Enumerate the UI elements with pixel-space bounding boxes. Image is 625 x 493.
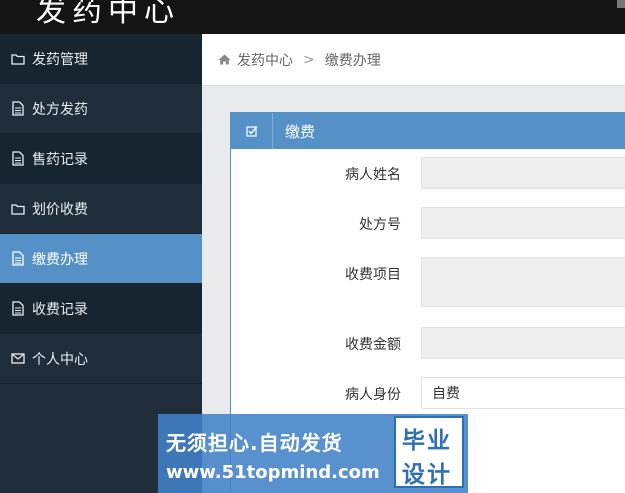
edit-check-icon (231, 113, 273, 149)
charge-items-textarea[interactable] (421, 257, 625, 307)
envelope-icon (10, 351, 26, 367)
sidebar-item-prescription-dispense[interactable]: 处方发药 (0, 84, 202, 134)
amount-label: 收费金额 (345, 337, 401, 353)
form-row-patient-name: 病人姓名 (231, 157, 625, 189)
folder-icon (10, 201, 26, 217)
sidebar-item-sales-records[interactable]: 售药记录 (0, 134, 202, 184)
sidebar-item-pricing-charging[interactable]: 划价收费 (0, 184, 202, 234)
watermark-overlay: 无须担心.自动发货 www.51topmind.com 毕业 设计 (158, 414, 468, 493)
watermark-badge-line-2: 设计 (402, 462, 452, 488)
app-brand: 发药中心 (36, 0, 180, 29)
top-bar: 发药中心 (0, 0, 625, 34)
amount-input[interactable] (421, 327, 625, 359)
identity-value: 自费 (432, 386, 460, 402)
breadcrumb-home-link[interactable]: 发药中心 (237, 50, 293, 70)
patient-name-label: 病人姓名 (345, 167, 401, 183)
sidebar-item-label: 个人中心 (32, 351, 88, 368)
prescription-no-label: 处方号 (359, 217, 401, 233)
form-row-prescription-no: 处方号 (231, 207, 625, 239)
identity-label: 病人身份 (345, 387, 401, 403)
file-icon (10, 151, 26, 167)
sidebar-item-label: 收费记录 (32, 301, 88, 318)
prescription-no-input[interactable] (421, 207, 625, 239)
watermark-line-1: 无须担心.自动发货 (166, 431, 343, 455)
patient-name-input[interactable] (421, 157, 625, 189)
breadcrumb-separator: > (303, 51, 315, 68)
sidebar-item-label: 缴费办理 (32, 251, 88, 268)
file-icon (10, 301, 26, 317)
watermark-badge-line-1: 毕业 (402, 428, 452, 454)
folder-icon (10, 51, 26, 67)
sidebar-item-personal-center[interactable]: 个人中心 (0, 334, 202, 384)
sidebar-item-label: 发药管理 (32, 51, 88, 68)
watermark-line-2: www.51topmind.com (166, 462, 380, 483)
sidebar-item-charge-records[interactable]: 收费记录 (0, 284, 202, 334)
panel-header: 缴费 (231, 113, 625, 149)
form-row-amount: 收费金额 (231, 327, 625, 359)
form-row-charge-items: 收费项目 (231, 257, 625, 307)
sidebar-item-dispense-management[interactable]: 发药管理 (0, 34, 202, 84)
sidebar-item-label: 划价收费 (32, 201, 88, 218)
form-row-identity: 病人身份 自费 (231, 377, 625, 409)
breadcrumb: 发药中心 > 缴费办理 (202, 34, 625, 86)
sidebar-item-label: 售药记录 (32, 151, 88, 168)
identity-select[interactable]: 自费 (421, 377, 625, 409)
sidebar-item-payment[interactable]: 缴费办理 (0, 234, 202, 284)
file-icon (10, 101, 26, 117)
charge-items-label: 收费项目 (345, 267, 401, 283)
home-icon[interactable] (218, 54, 231, 65)
panel-title: 缴费 (285, 122, 316, 141)
file-icon (10, 251, 26, 267)
sidebar-item-label: 处方发药 (32, 101, 88, 118)
window-edge (617, 0, 625, 8)
breadcrumb-current: 缴费办理 (324, 52, 381, 69)
watermark-badge: 毕业 设计 (394, 416, 464, 488)
